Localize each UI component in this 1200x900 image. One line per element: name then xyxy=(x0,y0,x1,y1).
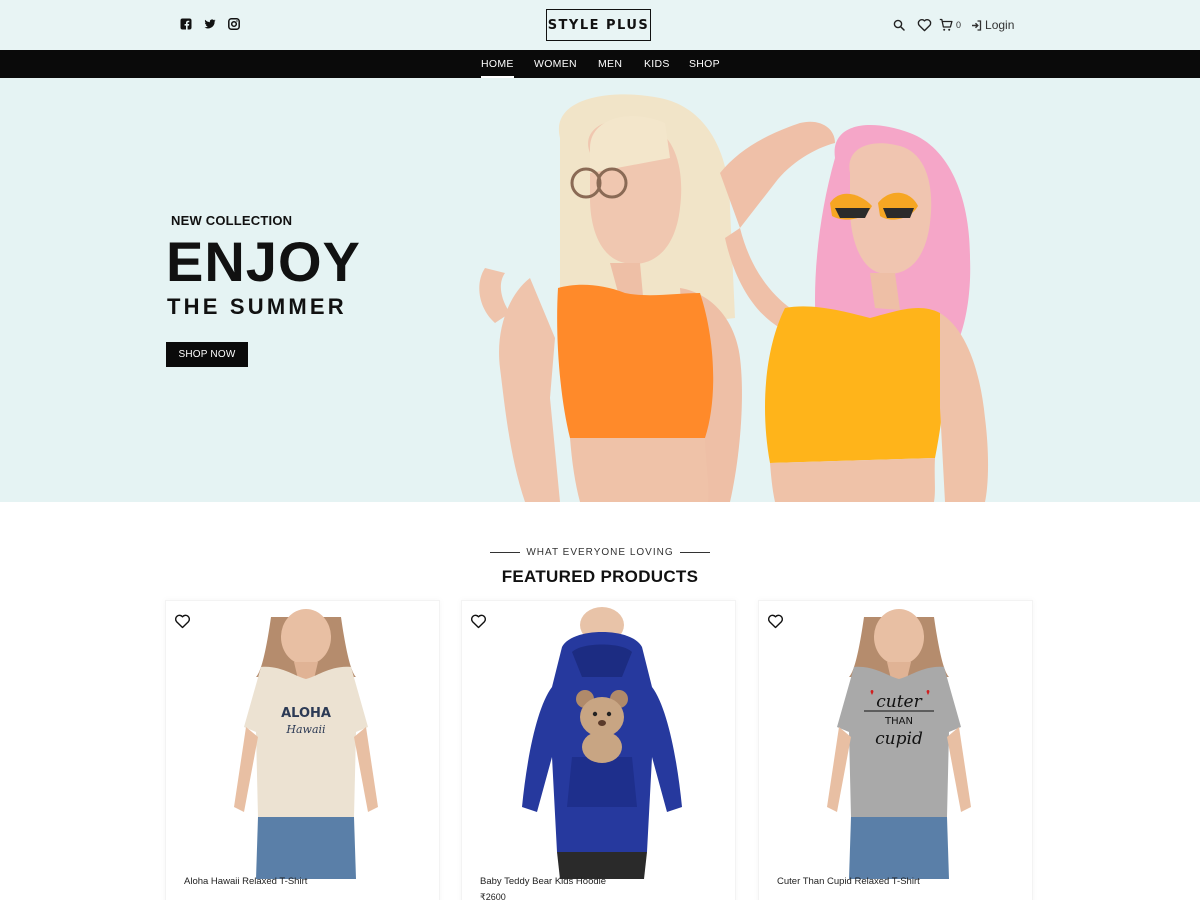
hero-banner: NEW COLLECTION ENJOY THE SUMMER SHOP NOW xyxy=(0,78,1200,502)
svg-text:ALOHA: ALOHA xyxy=(281,706,331,721)
main-nav: HOME WOMEN MEN KIDS SHOP xyxy=(0,50,1200,78)
product-price: ₹2600 xyxy=(480,892,506,900)
eyebrow-line-right xyxy=(679,551,710,553)
svg-text:cuter: cuter xyxy=(876,692,922,712)
wishlist-heart-icon[interactable] xyxy=(470,614,487,629)
social-links xyxy=(180,18,240,30)
shop-now-button[interactable]: SHOP NOW xyxy=(166,342,248,367)
product-image[interactable]: ALOHA Hawaii xyxy=(206,607,406,879)
login-label: Login xyxy=(985,18,1015,32)
cart-icon[interactable] xyxy=(939,18,953,32)
product-card[interactable]: ALOHA Hawaii Aloha Hawaii Relaxed T-Shir… xyxy=(165,600,440,900)
twitter-icon[interactable] xyxy=(204,18,216,30)
product-card[interactable]: cuter THAN cupid Cuter Than Cupid Relaxe… xyxy=(758,600,1033,900)
product-name[interactable]: Baby Teddy Bear Kids Hoodie xyxy=(480,876,606,887)
product-image[interactable] xyxy=(502,607,702,879)
eyebrow-line-left xyxy=(490,551,521,553)
top-bar: STYLE PLUS 0 Login xyxy=(0,0,1200,50)
svg-text:Hawaii: Hawaii xyxy=(285,723,325,736)
login-icon xyxy=(972,19,982,31)
product-name[interactable]: Aloha Hawaii Relaxed T-Shirt xyxy=(184,876,307,887)
product-name[interactable]: Cuter Than Cupid Relaxed T-Shirt xyxy=(777,876,920,887)
svg-text:THAN: THAN xyxy=(884,716,913,727)
product-card[interactable]: Baby Teddy Bear Kids Hoodie ₹2600 xyxy=(461,600,736,900)
hero-title-secondary: THE SUMMER xyxy=(167,294,347,319)
site-logo[interactable]: STYLE PLUS xyxy=(546,9,651,41)
nav-item-women[interactable]: WOMEN xyxy=(534,50,577,78)
wishlist-heart-icon[interactable] xyxy=(767,614,784,629)
cart-count-badge: 0 xyxy=(956,20,962,30)
featured-eyebrow: WHAT EVERYONE LOVING xyxy=(0,547,1200,558)
hero-models-image xyxy=(479,94,989,502)
search-icon[interactable] xyxy=(893,19,905,31)
nav-item-kids[interactable]: KIDS xyxy=(644,50,670,78)
product-image[interactable]: cuter THAN cupid xyxy=(799,607,999,879)
nav-item-shop[interactable]: SHOP xyxy=(689,50,720,78)
header-actions: 0 Login xyxy=(893,16,1014,34)
hero-title: ENJOY xyxy=(166,230,361,293)
facebook-icon[interactable] xyxy=(180,18,192,30)
hero-subtitle: NEW COLLECTION xyxy=(171,213,293,228)
wishlist-heart-icon[interactable] xyxy=(174,614,191,629)
nav-item-men[interactable]: MEN xyxy=(598,50,622,78)
svg-text:cupid: cupid xyxy=(875,729,923,749)
eyebrow-text: WHAT EVERYONE LOVING xyxy=(526,547,674,558)
heart-icon[interactable] xyxy=(917,18,932,32)
featured-title: FEATURED PRODUCTS xyxy=(501,567,699,586)
nav-item-home[interactable]: HOME xyxy=(481,50,514,78)
login-link[interactable]: Login xyxy=(971,18,1014,32)
instagram-icon[interactable] xyxy=(228,18,240,30)
